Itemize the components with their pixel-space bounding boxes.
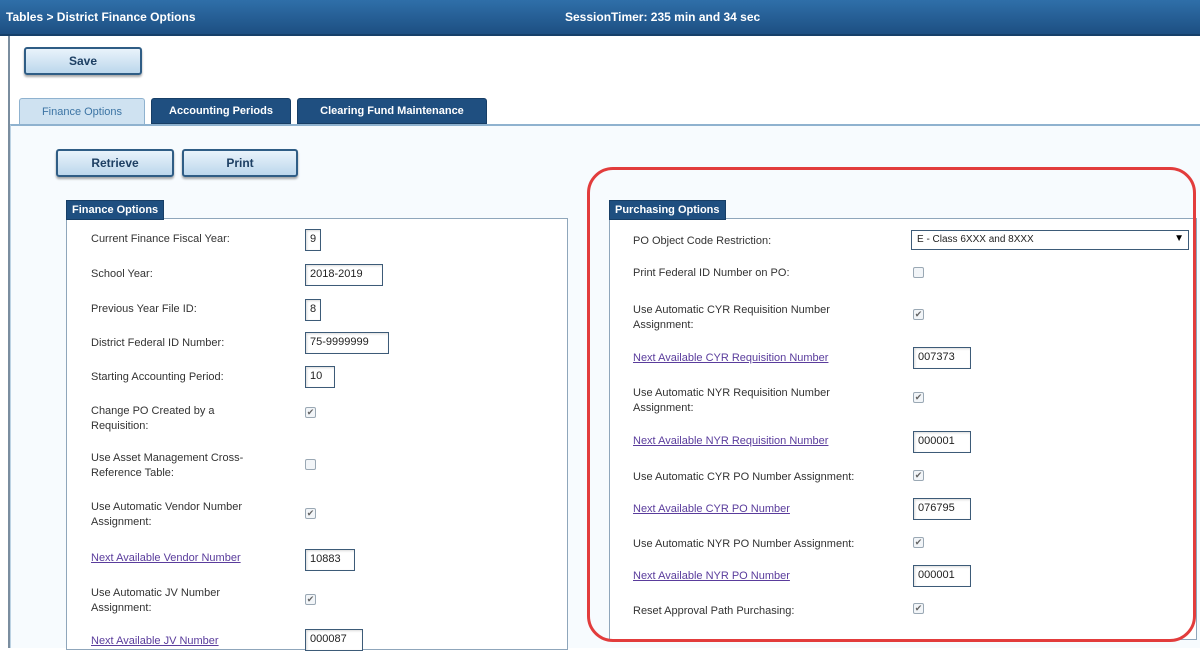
change-po-label-line2: Requisition: — [91, 420, 149, 432]
next-vendor-link[interactable]: Next Available Vendor Number — [91, 551, 241, 566]
po-object-code-label: PO Object Code Restriction: — [633, 235, 772, 247]
finance-options-title: Finance Options — [66, 200, 165, 220]
auto-cyr-req-label-line1: Use Automatic CYR Requisition Number — [633, 304, 830, 316]
auto-vendor-checkbox[interactable]: ✔ — [305, 508, 316, 519]
print-federal-id-checkbox[interactable] — [913, 267, 924, 278]
auto-vendor-label-line2: Assignment: — [91, 516, 152, 528]
asset-mgmt-checkbox[interactable] — [305, 459, 316, 470]
district-federal-id-label: District Federal ID Number: — [91, 337, 225, 349]
next-cyr-po-link[interactable]: Next Available CYR PO Number — [633, 502, 790, 517]
auto-nyr-req-checkbox[interactable]: ✔ — [913, 392, 924, 403]
change-po-label-line1: Change PO Created by a — [91, 405, 215, 417]
auto-nyr-po-label: Use Automatic NYR PO Number Assignment: — [633, 538, 855, 550]
auto-cyr-po-label: Use Automatic CYR PO Number Assignment: — [633, 471, 855, 483]
auto-nyr-po-checkbox[interactable]: ✔ — [913, 537, 924, 548]
tab-accounting-periods[interactable]: Accounting Periods — [151, 98, 291, 124]
auto-cyr-req-checkbox[interactable]: ✔ — [913, 309, 924, 320]
auto-nyr-req-label-line2: Assignment: — [633, 402, 694, 414]
next-nyr-req-link[interactable]: Next Available NYR Requisition Number — [633, 434, 828, 449]
auto-nyr-req-label-line1: Use Automatic NYR Requisition Number — [633, 387, 830, 399]
session-timer: SessionTimer: 235 min and 34 sec — [565, 10, 761, 24]
reset-approval-label: Reset Approval Path Purchasing: — [633, 605, 795, 617]
auto-jv-label-line2: Assignment: — [91, 602, 152, 614]
prev-year-file-id-input[interactable]: 8 — [305, 299, 321, 321]
auto-jv-checkbox[interactable]: ✔ — [305, 594, 316, 605]
next-nyr-req-input[interactable]: 000001 — [913, 431, 971, 453]
auto-cyr-po-checkbox[interactable]: ✔ — [913, 470, 924, 481]
asset-mgmt-label-line2: Reference Table: — [91, 467, 174, 479]
school-year-label: School Year: — [91, 268, 153, 280]
tab-finance-options[interactable]: Finance Options — [19, 98, 145, 124]
print-button[interactable]: Print — [182, 149, 298, 177]
purchasing-options-title: Purchasing Options — [609, 200, 726, 220]
next-cyr-req-input[interactable]: 007373 — [913, 347, 971, 369]
current-fiscal-year-input[interactable]: 9 — [305, 229, 321, 251]
starting-period-label: Starting Accounting Period: — [91, 371, 224, 383]
retrieve-button[interactable]: Retrieve — [56, 149, 174, 177]
next-cyr-po-input[interactable]: 076795 — [913, 498, 971, 520]
po-object-code-value: E - Class 6XXX and 8XXX — [917, 234, 1034, 245]
po-object-code-select[interactable]: E - Class 6XXX and 8XXX ▼ — [911, 230, 1189, 250]
auto-jv-label-line1: Use Automatic JV Number — [91, 587, 220, 599]
district-federal-id-input[interactable]: 75-9999999 — [305, 332, 389, 354]
next-vendor-input[interactable]: 10883 — [305, 549, 355, 571]
reset-approval-checkbox[interactable]: ✔ — [913, 603, 924, 614]
save-button[interactable]: Save — [24, 47, 142, 75]
next-jv-link[interactable]: Next Available JV Number — [91, 634, 219, 649]
tab-clearing-fund-maintenance[interactable]: Clearing Fund Maintenance — [297, 98, 487, 124]
change-po-checkbox[interactable]: ✔ — [305, 407, 316, 418]
school-year-input[interactable]: 2018-2019 — [305, 264, 383, 286]
next-nyr-po-link[interactable]: Next Available NYR PO Number — [633, 569, 790, 584]
print-federal-id-label: Print Federal ID Number on PO: — [633, 267, 790, 279]
prev-year-file-id-label: Previous Year File ID: — [91, 303, 197, 315]
dropdown-arrow-icon: ▼ — [1174, 233, 1184, 244]
asset-mgmt-label-line1: Use Asset Management Cross- — [91, 452, 244, 464]
next-nyr-po-input[interactable]: 000001 — [913, 565, 971, 587]
auto-cyr-req-label-line2: Assignment: — [633, 319, 694, 331]
current-fiscal-year-label: Current Finance Fiscal Year: — [91, 233, 230, 245]
top-bar: Tables > District Finance Options Sessio… — [0, 0, 1200, 36]
breadcrumb: Tables > District Finance Options — [6, 10, 196, 24]
next-cyr-req-link[interactable]: Next Available CYR Requisition Number — [633, 351, 828, 366]
auto-vendor-label-line1: Use Automatic Vendor Number — [91, 501, 243, 513]
starting-period-input[interactable]: 10 — [305, 366, 335, 388]
